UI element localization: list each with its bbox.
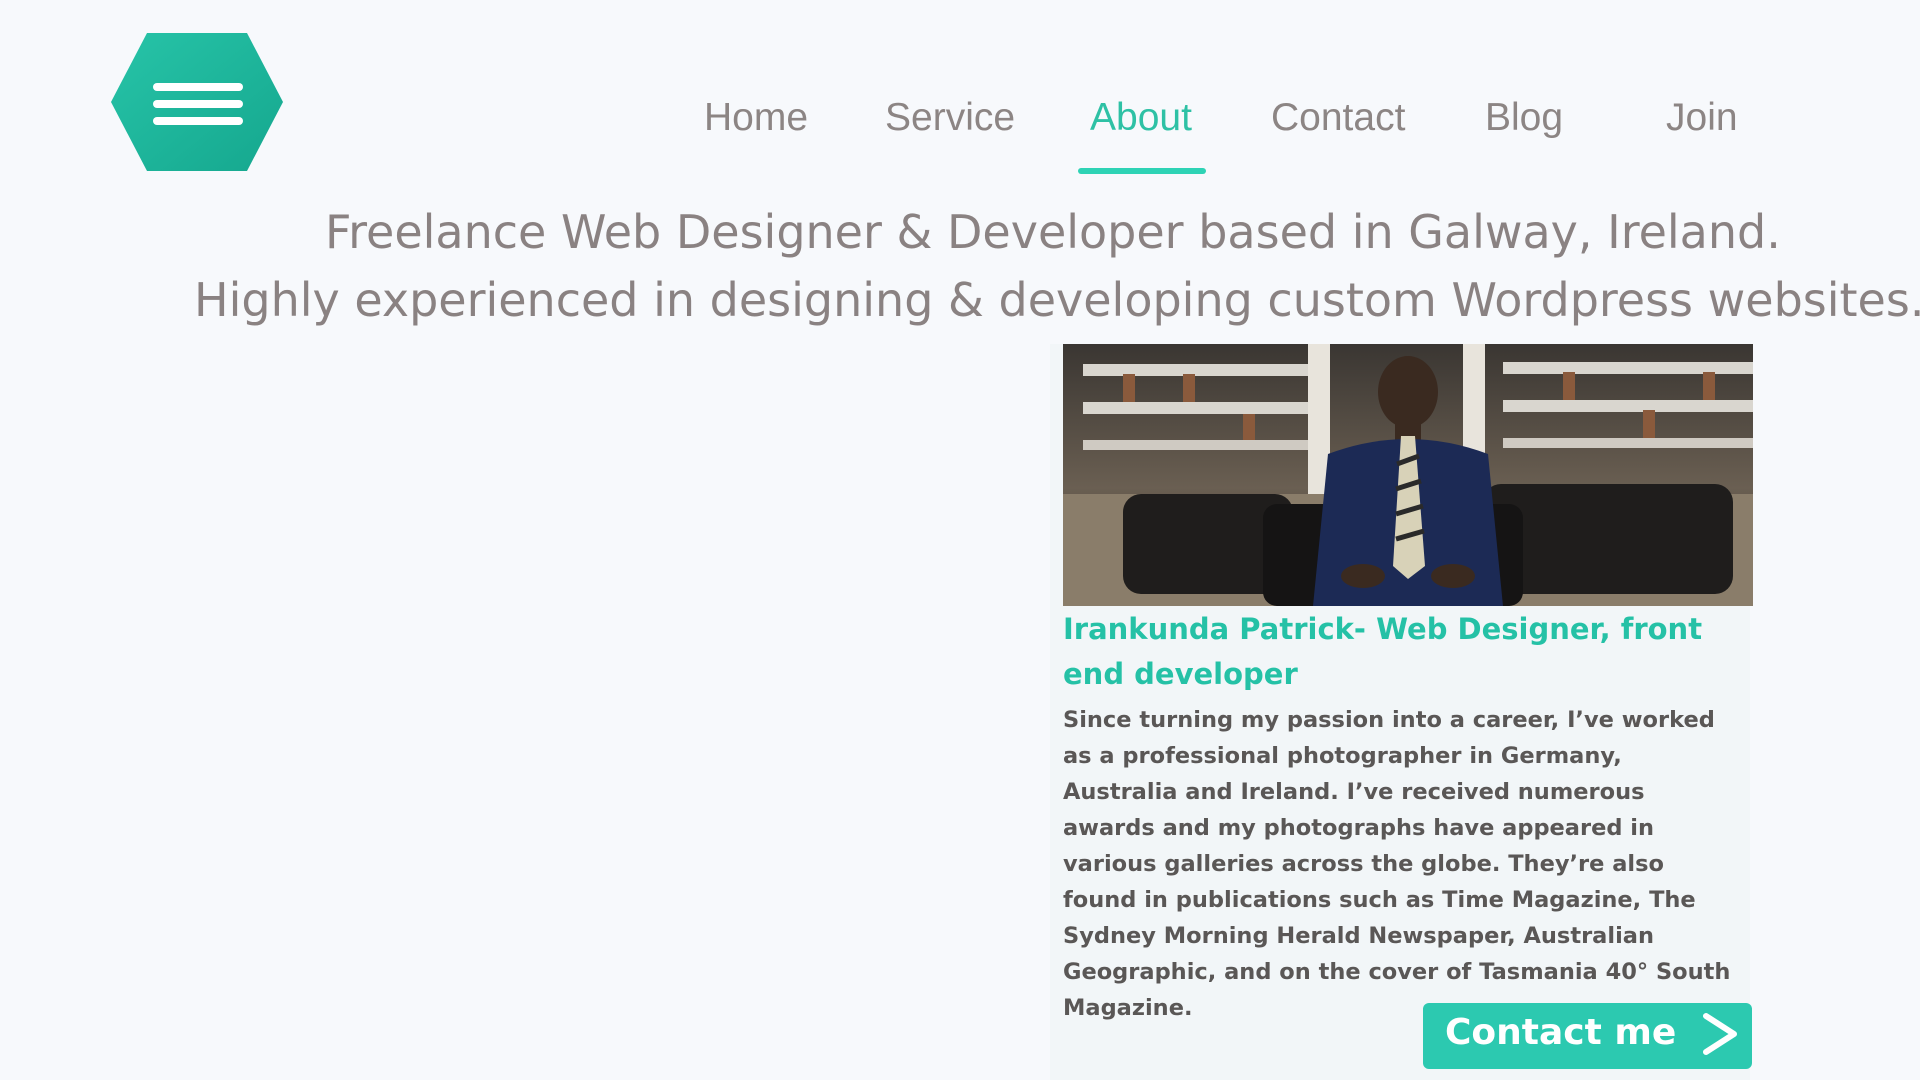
hero-tagline-line-1: Freelance Web Designer & Developer based…: [325, 205, 1781, 259]
nav-contact[interactable]: Contact: [1271, 88, 1405, 148]
page: Home Service About Contact Blog Join Fre…: [0, 0, 1920, 1080]
nav-home[interactable]: Home: [704, 88, 808, 148]
contact-me-label: Contact me: [1445, 1012, 1677, 1053]
main-nav: Home Service About Contact Blog Join: [0, 88, 1920, 178]
nav-blog[interactable]: Blog: [1485, 88, 1563, 148]
nav-active-indicator: [1078, 168, 1206, 174]
nav-join[interactable]: Join: [1666, 88, 1738, 148]
profile-name: Irankunda Patrick- Web Designer, front e…: [1063, 612, 1703, 691]
chevron-right-icon: [1700, 1012, 1740, 1056]
nav-about[interactable]: About: [1090, 88, 1192, 148]
hero-tagline-line-2: Highly experienced in designing & develo…: [194, 273, 1920, 327]
profile-bio: Since turning my passion into a career, …: [1063, 707, 1731, 1021]
nav-service[interactable]: Service: [885, 88, 1015, 148]
profile-card: Irankunda Patrick- Web Designer, front e…: [1050, 344, 1753, 1080]
profile-photo: [1063, 344, 1753, 606]
contact-me-button[interactable]: Contact me: [1423, 1003, 1752, 1069]
